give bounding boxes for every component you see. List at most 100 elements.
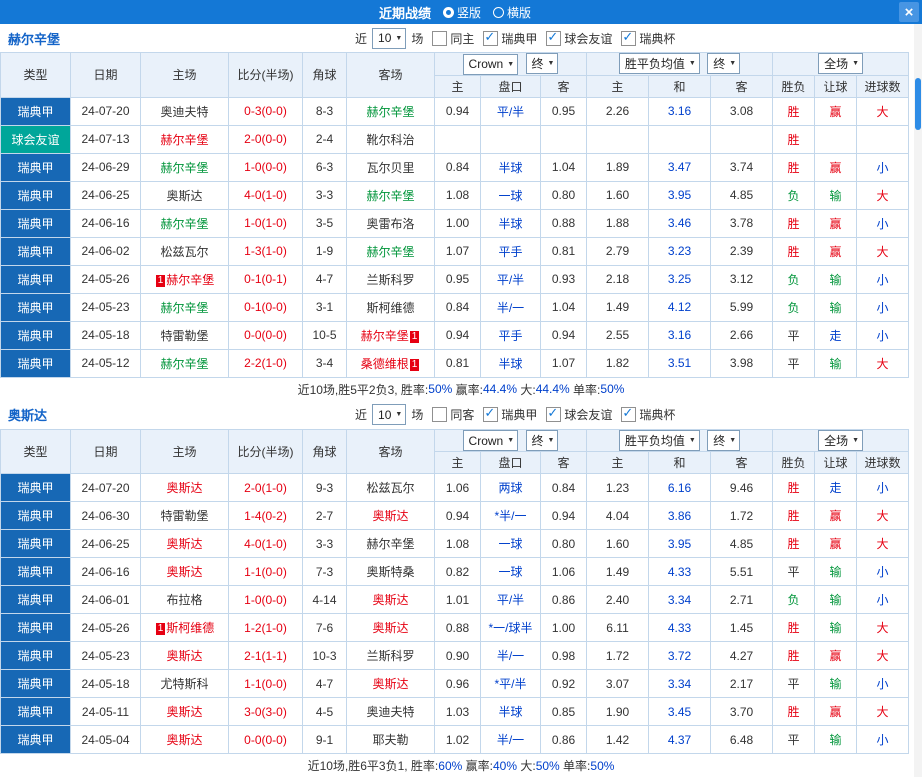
europe-draw-odds: 3.95 [648,529,712,558]
scrollbar-track[interactable] [914,24,922,777]
scrollbar-thumb[interactable] [915,78,921,130]
result-outcome: 平 [772,348,816,378]
close-button[interactable]: × [899,2,919,22]
result-handicap: 输 [814,292,858,322]
away-team-name[interactable]: 奥雷布洛 [366,217,414,231]
away-team-name[interactable]: 赫尔辛堡 [361,329,409,343]
recent-results-window: 近期战绩 竖版 横版 × 赫尔辛堡 近 10 ▼ 场 同主 ✓ 瑞典甲 ✓ 球会… [0,0,922,777]
league-checkbox-2[interactable] [621,405,637,422]
league-checkbox-0[interactable] [483,29,499,46]
home-team-name[interactable]: 奥迪夫特 [160,105,208,119]
asian-handicap: 平/半 [480,96,541,126]
asian-stage-select[interactable]: 终 ▼ [525,429,559,451]
away-team-name[interactable]: 赫尔辛堡 [366,189,414,203]
team-name-link[interactable]: 赫尔辛堡 [8,29,60,48]
away-team-name[interactable]: 兰斯科罗 [366,649,414,663]
away-team-name[interactable]: 奥斯达 [372,677,408,691]
europe-home-odds: 1.49 [586,557,650,586]
result-goals: 小 [856,292,910,322]
away-team-name[interactable]: 奥斯达 [372,593,408,607]
red-card-badge: 1 [409,358,420,371]
home-team-name[interactable]: 奥斯达 [166,565,202,579]
home-team-name[interactable]: 赫尔辛堡 [160,217,208,231]
league-label-2: 瑞典杯 [639,31,676,46]
same-venue-checkbox[interactable] [432,407,448,422]
match-date: 24-07-20 [70,473,141,502]
asian-away-odds: 0.88 [539,208,588,238]
result-goals: 大 [856,348,910,378]
asian-stage-select[interactable]: 终 ▼ [525,53,559,74]
away-team-name[interactable]: 奥斯达 [372,509,408,523]
away-team-name[interactable]: 兰斯科罗 [366,273,414,287]
home-team-name[interactable]: 奥斯达 [166,537,202,551]
europe-home-odds: 2.55 [586,320,650,350]
match-date: 24-05-26 [70,613,141,642]
home-team-name[interactable]: 斯柯维德 [166,621,214,635]
league-checkbox-1[interactable] [546,29,562,46]
away-team-cell: 奥斯特桑 [346,557,435,586]
home-team-name[interactable]: 赫尔辛堡 [166,273,214,287]
bookmaker-select[interactable]: Crown ▼ [462,53,519,75]
home-team-name[interactable]: 特雷勒堡 [160,509,208,523]
match-count-select[interactable]: 10 ▼ [372,27,407,49]
away-team-name[interactable]: 奥迪夫特 [366,705,414,719]
match-count-select[interactable]: 10 ▼ [372,404,407,425]
result-goals: 小 [856,264,910,294]
away-team-name[interactable]: 桑德维根 [361,357,409,371]
away-team-name[interactable]: 奥斯特桑 [366,565,414,579]
match-score: 0-0(0-0) [228,320,303,350]
asian-odds-group: Crown ▼ 终 ▼ [433,428,588,452]
scope-select[interactable]: 全场 ▼ [818,429,864,451]
away-team-name[interactable]: 靴尔科治 [366,133,414,147]
scope-select[interactable]: 全场 ▼ [818,53,864,75]
home-team-name[interactable]: 赫尔辛堡 [160,161,208,175]
bookmaker-select[interactable]: Crown ▼ [462,430,519,451]
result-goals: 大 [856,96,910,126]
layout-radio-vertical[interactable]: 竖版 [442,4,481,21]
europe-home-odds [586,124,650,154]
home-team-name[interactable]: 赫尔辛堡 [160,133,208,147]
home-team-name[interactable]: 赫尔辛堡 [160,357,208,371]
match-date: 24-06-01 [70,585,141,614]
league-checkbox-1[interactable] [546,405,562,422]
away-team-name[interactable]: 赫尔辛堡 [366,105,414,119]
home-team-name[interactable]: 布拉格 [166,593,202,607]
away-team-name[interactable]: 松兹瓦尔 [366,481,414,495]
result-outcome: 负 [772,585,816,614]
result-goals: 小 [856,557,910,586]
home-team-name[interactable]: 奥斯达 [166,649,202,663]
match-row: 瑞典甲 24-06-29 赫尔辛堡 1-0(0-0) 6-3 瓦尔贝里 0.84 半球 1.04… [0,152,910,182]
home-team-name[interactable]: 奥斯达 [166,189,202,203]
section-oster: 奥斯达 近 10 ▼ 场 同客 瑞典甲 球会友谊 瑞典杯 [0,400,922,777]
subcol-europe-draw: 和 [648,74,712,98]
col-away: 客场 [346,52,435,98]
team-name-link[interactable]: 奥斯达 [8,405,47,424]
europe-stage-select[interactable]: 终 ▼ [707,429,741,451]
away-team-name[interactable]: 赫尔辛堡 [366,245,414,259]
home-team-name[interactable]: 奥斯达 [166,705,202,719]
home-team-name[interactable]: 尤特斯科 [160,677,208,691]
home-team-name[interactable]: 奥斯达 [166,481,202,495]
league-checkbox-2[interactable] [621,29,637,46]
home-team-name[interactable]: 特雷勒堡 [160,329,208,343]
europe-avg-select[interactable]: 胜平负均值 ▼ [618,53,700,75]
europe-home-odds: 2.40 [586,585,650,614]
away-team-name[interactable]: 奥斯达 [372,621,408,635]
away-team-name[interactable]: 赫尔辛堡 [366,537,414,551]
league-checkbox-0[interactable] [483,405,499,422]
result-outcome: 胜 [772,96,816,126]
away-team-name[interactable]: 耶夫勒 [372,733,408,747]
asian-away-odds [539,124,588,154]
home-team-name[interactable]: 赫尔辛堡 [160,301,208,315]
same-venue-checkbox[interactable] [432,30,448,46]
layout-radio-horizontal[interactable]: 横版 [493,4,531,21]
col-date: 日期 [70,428,141,474]
away-team-name[interactable]: 斯柯维德 [366,301,414,315]
europe-stage-select[interactable]: 终 ▼ [707,53,741,75]
europe-avg-select[interactable]: 胜平负均值 ▼ [618,429,700,451]
asian-home-odds: 1.08 [434,180,481,210]
home-team-name[interactable]: 奥斯达 [166,733,202,747]
away-team-name[interactable]: 瓦尔贝里 [366,161,414,175]
home-team-name[interactable]: 松兹瓦尔 [160,245,208,259]
europe-draw-odds: 3.46 [648,208,712,238]
